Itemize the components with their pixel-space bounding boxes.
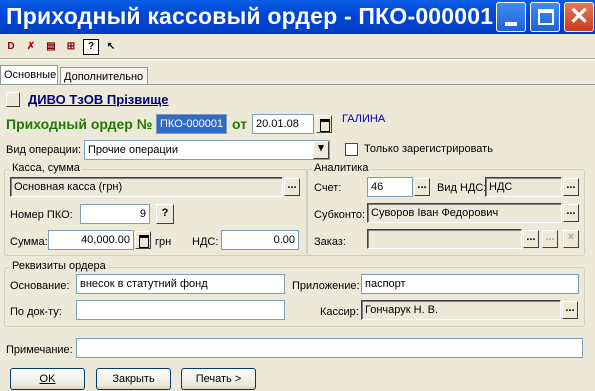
tab-additional[interactable]: Дополнительно xyxy=(60,67,148,84)
operation-label: Вид операции: xyxy=(6,144,82,156)
calendar-icon[interactable] xyxy=(316,115,332,133)
pko-help-button[interactable]: ? xyxy=(156,204,174,224)
date-from-label: от xyxy=(232,116,248,132)
only-register-label: Только зарегистрировать xyxy=(364,143,493,155)
new-document-icon[interactable]: D xyxy=(3,39,19,55)
subconto-label: Субконто: xyxy=(314,209,366,221)
calculator-icon[interactable] xyxy=(135,231,151,249)
print-button[interactable]: Печать > xyxy=(181,368,256,390)
vat-type-label: Вид НДС: xyxy=(437,182,487,194)
context-help-icon[interactable]: ↖ xyxy=(103,39,119,55)
pko-input[interactable]: 9 xyxy=(80,204,150,224)
date-input[interactable]: 20.01.08 xyxy=(252,114,314,134)
note-input[interactable] xyxy=(76,338,583,358)
operation-select[interactable]: Прочие операции xyxy=(84,140,330,160)
vat-input[interactable]: 0.00 xyxy=(221,230,299,250)
counterparty-select-button[interactable] xyxy=(6,92,20,107)
tab-divider xyxy=(0,84,595,85)
minimize-icon xyxy=(505,22,517,26)
cash-group-title: Касса, сумма xyxy=(10,162,82,174)
order-open-button[interactable]: ... xyxy=(542,230,558,248)
cashier-label: Кассир: xyxy=(320,306,359,318)
sum-label: Сумма: xyxy=(10,236,48,248)
user-name: ГАЛИНА xyxy=(342,113,386,125)
details-group-title: Реквизиты ордера xyxy=(10,260,108,272)
order-select-button[interactable]: ... xyxy=(523,230,539,248)
toolbar: D ✗ ▤ ⊞ ? ↖ xyxy=(0,34,595,60)
cashier-select-button[interactable]: ... xyxy=(562,301,578,319)
post-document-icon[interactable]: ▤ xyxy=(43,39,59,55)
analytics-group-title: Аналитика xyxy=(312,162,371,174)
chevron-down-icon[interactable]: ▾ xyxy=(313,141,329,159)
maximize-icon xyxy=(538,9,554,25)
close-window-button[interactable]: ✕ xyxy=(564,2,594,32)
order-label: Заказ: xyxy=(314,236,346,248)
order-number-input[interactable]: ПКО-000001 xyxy=(156,114,227,134)
journal-icon[interactable]: ⊞ xyxy=(63,39,79,55)
order-field[interactable] xyxy=(367,229,522,249)
basis-input[interactable]: внесок в статутний фонд xyxy=(76,274,285,294)
maximize-button[interactable] xyxy=(530,2,560,32)
doc-input[interactable] xyxy=(76,300,285,320)
ok-button[interactable]: OK xyxy=(10,368,85,390)
pko-label: Номер ПКО: xyxy=(10,209,73,221)
account-select-button[interactable]: ... xyxy=(414,178,430,196)
order-clear-button[interactable]: × xyxy=(563,230,579,248)
basis-label: Основание: xyxy=(10,280,70,292)
counterparty-link[interactable]: ДИВО ТзОВ Прізвище xyxy=(28,92,168,107)
delete-mark-icon[interactable]: ✗ xyxy=(23,39,39,55)
attachment-input[interactable]: паспорт xyxy=(361,274,579,294)
attachment-label: Приложение: xyxy=(292,280,360,292)
account-label: Счет: xyxy=(314,182,342,194)
tab-main[interactable]: Основные xyxy=(0,65,58,84)
vat-type-select-button[interactable]: ... xyxy=(563,178,579,196)
sum-input[interactable]: 40,000.00 xyxy=(48,230,134,250)
account-input[interactable]: 46 xyxy=(367,177,413,197)
order-title: Приходный ордер № xyxy=(6,116,153,132)
title-bar[interactable]: Приходный кассовый ордер - ПКО-000001 ✕ xyxy=(0,0,595,34)
vat-label: НДС: xyxy=(192,236,219,248)
doc-label: По док-ту: xyxy=(10,306,62,318)
subconto-select-button[interactable]: ... xyxy=(563,204,579,222)
cashier-field[interactable]: Гончарук Н. В. xyxy=(361,300,561,320)
toolbar-divider xyxy=(0,58,595,60)
help-icon[interactable]: ? xyxy=(83,39,99,55)
cashbox-select-button[interactable]: ... xyxy=(284,178,300,196)
close-icon: ✕ xyxy=(568,3,590,30)
currency-label: грн xyxy=(155,236,172,248)
note-label: Примечание: xyxy=(6,344,73,356)
minimize-button[interactable] xyxy=(496,2,526,32)
subconto-field[interactable]: Суворов Іван Федорович xyxy=(367,203,562,223)
only-register-checkbox[interactable] xyxy=(345,143,358,156)
close-button[interactable]: Закрыть xyxy=(96,368,171,390)
cashbox-field[interactable]: Основная касса (грн) xyxy=(10,177,283,197)
window-title: Приходный кассовый ордер - ПКО-000001 xyxy=(6,3,494,29)
vat-type-field[interactable]: НДС xyxy=(485,177,562,197)
